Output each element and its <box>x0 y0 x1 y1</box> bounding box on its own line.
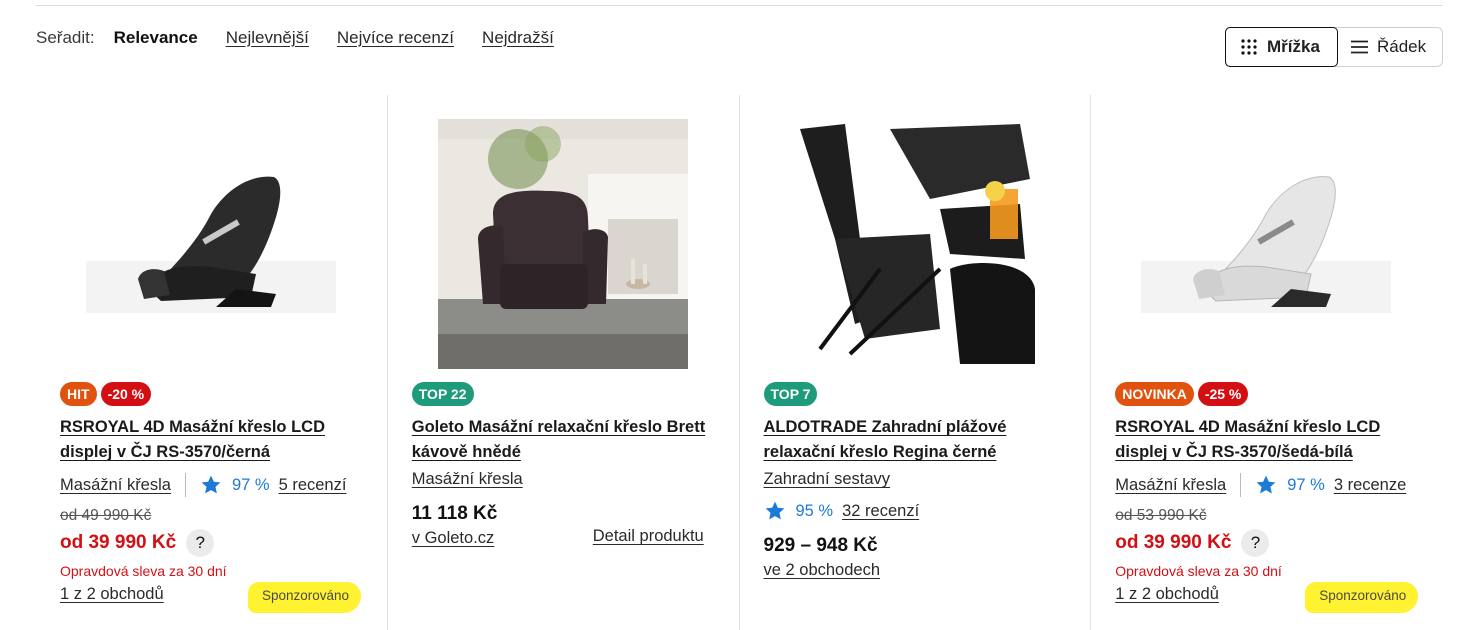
badge-list: NOVINKA -25 % <box>1115 382 1249 406</box>
product-grid: HIT -20 % RSROYAL 4D Masážní křeslo LCD … <box>36 95 1443 630</box>
price-row: od 39 990 Kč ? <box>1115 529 1270 557</box>
product-meta: Masážní křesla 97 % 3 recenze <box>1115 473 1406 497</box>
massage-chair-black-image <box>86 176 336 313</box>
meta-divider <box>184 473 186 497</box>
shops-link[interactable]: 1 z 2 obchodů <box>60 585 164 604</box>
product-card: TOP 22 Goleto Masážní relaxační křeslo B… <box>388 95 740 630</box>
category-link[interactable]: Masážní křesla <box>60 476 171 495</box>
shop-link[interactable]: v Goleto.cz <box>412 529 495 548</box>
sort-label: Seřadit: <box>36 28 95 47</box>
recliner-chair-image <box>437 119 688 369</box>
product-card: TOP 7 ALDOTRADE Zahradní plážové relaxač… <box>740 95 1092 630</box>
star-icon <box>1256 475 1276 494</box>
sort-bar: Seřadit: Relevance Nejlevnější Nejvíce r… <box>36 28 582 48</box>
top-divider <box>36 5 1443 6</box>
meta-divider <box>1240 473 1242 497</box>
discount-badge: -20 % <box>100 382 152 406</box>
price-help-button[interactable]: ? <box>186 529 215 557</box>
price: od 39 990 Kč <box>1115 532 1232 553</box>
product-title-link[interactable]: ALDOTRADE Zahradní plážové relaxační kře… <box>764 415 1064 465</box>
grid-view-button[interactable]: Mřížka <box>1225 27 1338 67</box>
product-image[interactable] <box>789 119 1040 369</box>
rating-row: 95 % 32 recenzí <box>764 500 919 522</box>
sponsored-label: Sponzorováno <box>1305 582 1419 613</box>
reviews-link[interactable]: 32 recenzí <box>842 502 919 521</box>
price-help-button[interactable]: ? <box>1241 529 1270 557</box>
product-title-link[interactable]: Goleto Masážní relaxační křeslo Brett ká… <box>412 415 712 465</box>
reviews-link[interactable]: 5 recenzí <box>279 476 347 495</box>
product-meta: Masážní křesla 97 % 5 recenzí <box>60 473 346 497</box>
shops-link[interactable]: ve 2 obchodech <box>764 561 881 580</box>
product-meta: Masážní křesla <box>412 470 523 489</box>
price-row: od 39 990 Kč ? <box>60 529 215 557</box>
product-image[interactable] <box>1141 119 1392 369</box>
product-card: NOVINKA -25 % RSROYAL 4D Masážní křeslo … <box>1091 95 1443 630</box>
sort-option-cheapest[interactable]: Nejlevnější <box>226 28 309 48</box>
sort-option-relevance[interactable]: Relevance <box>114 28 198 48</box>
discount-note: Opravdová sleva za 30 dní <box>1115 563 1282 579</box>
reviews-link[interactable]: 3 recenze <box>1334 476 1406 495</box>
badge-list: TOP 22 <box>411 382 474 406</box>
badge-list: HIT -20 % <box>60 382 152 406</box>
rating-percent: 97 % <box>1287 475 1325 494</box>
garden-lounger-image <box>789 119 1040 369</box>
shops-link[interactable]: 1 z 2 obchodů <box>1115 585 1219 604</box>
price: od 39 990 Kč <box>60 532 177 553</box>
discount-note: Opravdová sleva za 30 dní <box>60 563 227 579</box>
hit-badge: HIT <box>60 382 97 406</box>
product-card: HIT -20 % RSROYAL 4D Masážní křeslo LCD … <box>36 95 388 630</box>
row-view-label: Řádek <box>1377 37 1427 56</box>
product-meta: Zahradní sestavy <box>764 470 891 489</box>
category-link[interactable]: Zahradní sestavy <box>764 470 891 489</box>
product-title-link[interactable]: RSROYAL 4D Masážní křeslo LCD displej v … <box>60 415 360 465</box>
price-range: 929 – 948 Kč <box>763 535 878 556</box>
new-badge: NOVINKA <box>1115 382 1194 406</box>
view-toggle: Mřížka Řádek <box>1225 27 1443 67</box>
top-badge: TOP 22 <box>411 382 474 406</box>
list-lines-icon <box>1351 40 1368 54</box>
grid-dots-icon <box>1241 39 1257 55</box>
category-link[interactable]: Masážní křesla <box>412 470 523 489</box>
badge-list: TOP 7 <box>763 382 818 406</box>
product-image[interactable] <box>437 119 688 369</box>
star-icon <box>201 475 221 494</box>
old-price: od 49 990 Kč <box>60 507 152 524</box>
detail-link[interactable]: Detail produktu <box>593 527 704 546</box>
product-image[interactable] <box>86 119 336 369</box>
rating-percent: 95 % <box>795 501 834 520</box>
product-title-link[interactable]: RSROYAL 4D Masážní křeslo LCD displej v … <box>1115 415 1415 465</box>
old-price: od 53 990 Kč <box>1115 507 1207 524</box>
massage-chair-white-image <box>1141 176 1392 313</box>
rating-percent: 97 % <box>231 475 270 494</box>
discount-badge: -25 % <box>1197 382 1249 406</box>
price: 11 118 Kč <box>411 503 498 524</box>
sort-option-most-reviews[interactable]: Nejvíce recenzí <box>337 28 454 48</box>
sort-option-most-expensive[interactable]: Nejdražší <box>482 28 554 48</box>
grid-view-label: Mřížka <box>1267 37 1320 56</box>
sponsored-label: Sponzorováno <box>248 582 362 613</box>
star-icon <box>765 501 784 520</box>
row-view-button[interactable]: Řádek <box>1337 28 1442 66</box>
top-badge: TOP 7 <box>763 382 818 406</box>
category-link[interactable]: Masážní křesla <box>1115 476 1226 495</box>
